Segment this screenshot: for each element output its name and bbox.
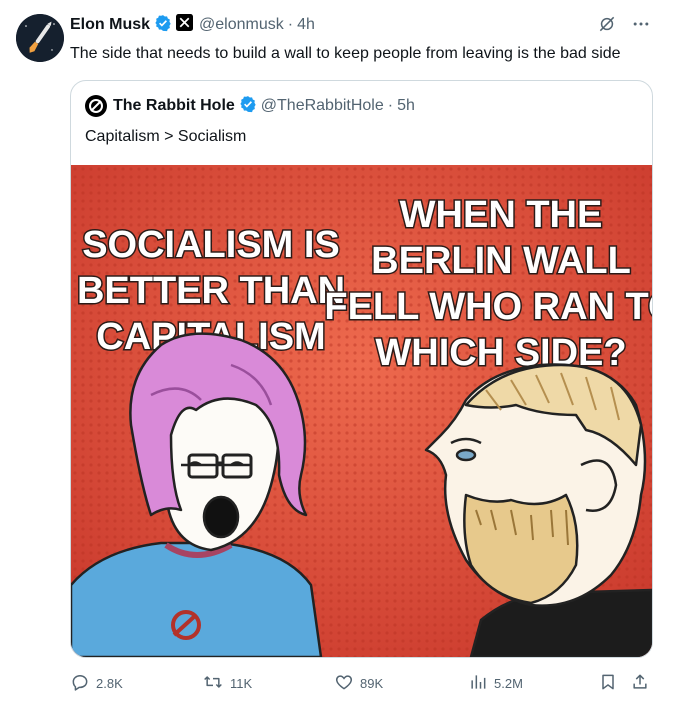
tweet-header: Elon Musk @elonmusk · 4h <box>70 13 315 37</box>
repost-icon <box>202 672 224 695</box>
grok-icon[interactable] <box>597 14 617 39</box>
tweet-action-bar: 2.8K 11K 89K 5.2M <box>70 671 655 695</box>
share-icon <box>630 672 650 695</box>
left-caption-line: SOCIALISM IS <box>82 224 340 266</box>
share-button[interactable] <box>630 671 650 695</box>
views-count: 5.2M <box>494 675 523 691</box>
verified-badge-icon[interactable] <box>154 14 172 37</box>
right-caption-line: FELL WHO RAN TO <box>324 286 652 328</box>
quoted-tweet-text: Capitalism > Socialism <box>85 128 247 145</box>
quoted-author-handle[interactable]: @TheRabbitHole <box>261 97 384 115</box>
tweet-text: The side that needs to build a wall to k… <box>70 45 621 62</box>
post-time[interactable]: 4h <box>297 16 315 34</box>
separator-dot: · <box>387 97 394 114</box>
author-name[interactable]: Elon Musk <box>70 16 150 34</box>
reply-count: 2.8K <box>96 675 123 691</box>
more-icon[interactable] <box>631 14 651 39</box>
right-caption-line: WHEN THE <box>400 194 603 236</box>
verified-badge-icon[interactable] <box>239 95 257 118</box>
rabbit-hole-avatar[interactable] <box>85 95 107 117</box>
reply-button[interactable]: 2.8K <box>70 671 123 695</box>
like-icon <box>334 672 354 695</box>
author-avatar[interactable] <box>16 14 64 62</box>
rocket-avatar-image <box>16 14 64 62</box>
quoted-tweet[interactable]: The Rabbit Hole @TheRabbitHole · 5h Capi… <box>70 80 653 658</box>
repost-count: 11K <box>230 675 253 691</box>
x-affiliate-icon[interactable] <box>176 14 194 36</box>
author-handle[interactable]: @elonmusk <box>199 16 284 34</box>
like-count: 89K <box>360 675 384 691</box>
quoted-tweet-header: The Rabbit Hole @TheRabbitHole · 5h <box>85 95 415 117</box>
repost-button[interactable]: 11K <box>202 671 252 695</box>
right-caption-line: BERLIN WALL <box>371 240 631 282</box>
meme-image[interactable]: SOCIALISM IS BETTER THAN CAPITALISM WHEN… <box>71 165 652 657</box>
separator-dot: · <box>287 16 294 33</box>
reply-icon <box>70 672 90 695</box>
quoted-post-time[interactable]: 5h <box>397 97 415 115</box>
bookmark-icon <box>598 672 618 695</box>
quoted-author-name[interactable]: The Rabbit Hole <box>113 97 235 115</box>
left-caption-line: BETTER THAN <box>77 270 345 312</box>
tweet-top-actions <box>597 14 651 39</box>
like-button[interactable]: 89K <box>334 671 383 695</box>
bookmark-button[interactable] <box>598 671 618 695</box>
views-icon <box>468 672 488 695</box>
views-button[interactable]: 5.2M <box>468 671 523 695</box>
